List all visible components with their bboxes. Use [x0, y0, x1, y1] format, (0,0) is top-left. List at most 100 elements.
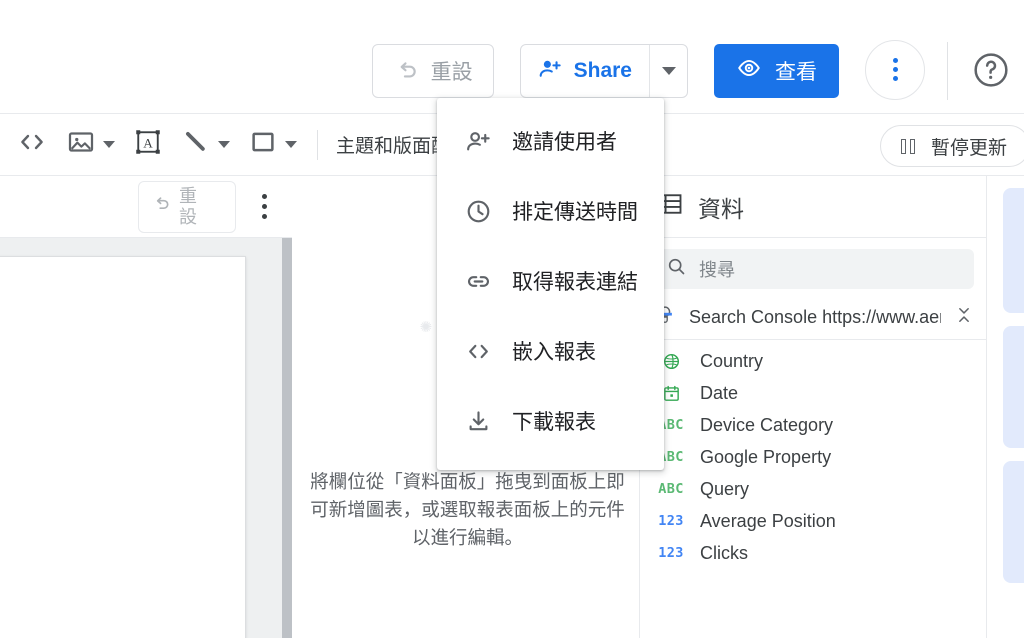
data-field-row[interactable]: ABC Device Category: [640, 409, 986, 441]
canvas-subbar: 重設: [0, 176, 292, 238]
data-search-wrapper: 搜尋: [640, 238, 986, 296]
toolbar-divider: [317, 129, 318, 160]
data-panel-title: 資料: [698, 195, 744, 222]
more-options-button[interactable]: [865, 39, 925, 100]
more-vert-icon-dot: [892, 76, 898, 81]
undo-icon: [393, 58, 419, 84]
reset-button-label: 重設: [430, 61, 473, 84]
toolbar-image-button[interactable]: [64, 125, 117, 165]
empty-state-text: 將欄位從「資料面板」拖曳到面板上即可新增圖表，或選取報表面板上的元件以進行編輯。: [310, 471, 625, 548]
search-input[interactable]: 搜尋: [652, 249, 974, 289]
rectangle-shape-icon: [248, 127, 278, 162]
data-field-list: Country Date ABC Device Category ABC Google …: [640, 340, 986, 569]
toolbar-textbox-button[interactable]: A: [131, 125, 165, 165]
pause-updates-button[interactable]: 暫停更新: [879, 125, 1024, 167]
top-header-bar: 重設 Share 查看: [0, 0, 1024, 114]
person-add-icon: [464, 128, 492, 155]
layout-preview-strip: [986, 176, 1024, 638]
pause-icon: [900, 138, 915, 154]
canvas-scrollbar[interactable]: [282, 238, 292, 638]
reset-button[interactable]: 重設: [371, 44, 494, 98]
data-field-name: Query: [700, 478, 750, 499]
canvas-backdrop[interactable]: [0, 238, 292, 638]
report-page[interactable]: [0, 256, 246, 638]
search-placeholder: 搜尋: [699, 260, 735, 280]
toolbar-line-button[interactable]: [179, 125, 232, 165]
123-icon: 123: [658, 513, 684, 529]
share-button-label: Share: [573, 59, 632, 82]
search-icon: [666, 256, 687, 282]
data-source-name: Search Console https://www.aerix....: [689, 307, 941, 327]
toolbar-shape-button[interactable]: [246, 125, 299, 165]
code-embed-icon: [16, 126, 48, 163]
data-field-row[interactable]: 123 Clicks: [640, 537, 986, 569]
person-add-icon: [538, 56, 563, 87]
more-vert-icon-dot: [261, 204, 267, 209]
123-icon: 123: [658, 545, 684, 561]
canvas-reset-label: 重設: [179, 185, 197, 227]
share-menu-item[interactable]: 邀請使用者: [437, 106, 664, 176]
collapse-chevrons-icon[interactable]: [954, 304, 974, 331]
more-vert-icon-dot: [261, 214, 267, 219]
eye-icon: [736, 55, 762, 87]
share-menu-item[interactable]: 嵌入報表: [437, 316, 664, 386]
report-canvas-pane: 重設: [0, 176, 292, 638]
image-icon: [66, 127, 96, 162]
data-panel: 資料 搜尋 Search Console https://www.aer Cou…: [639, 176, 986, 638]
undo-icon: [151, 194, 171, 219]
view-button[interactable]: 查看: [714, 44, 839, 98]
layout-card[interactable]: [1003, 461, 1024, 583]
data-field-row[interactable]: 123 Average Position: [640, 505, 986, 537]
share-dropdown-menu: 邀請使用者 排定傳送時間 取得報表連結 嵌入報表 下載報表: [437, 98, 664, 470]
chevron-down-icon[interactable]: [218, 141, 230, 148]
share-menu-item[interactable]: 排定傳送時間: [437, 176, 664, 246]
data-field-row[interactable]: Country: [640, 345, 986, 377]
data-panel-header: 資料: [640, 176, 986, 238]
layout-card[interactable]: [1003, 188, 1024, 313]
share-button[interactable]: Share: [521, 45, 649, 97]
share-menu-item-label: 嵌入報表: [512, 341, 596, 364]
pause-updates-label: 暫停更新: [930, 137, 1007, 159]
share-menu-item-label: 邀請使用者: [512, 131, 617, 154]
share-menu-item[interactable]: 取得報表連結: [437, 246, 664, 316]
data-field-name: Clicks: [700, 542, 748, 563]
data-field-row[interactable]: ABC Google Property: [640, 441, 986, 473]
chevron-down-icon[interactable]: [285, 141, 297, 148]
data-field-row[interactable]: Date: [640, 377, 986, 409]
view-button-label: 查看: [775, 61, 817, 84]
share-button-group: Share: [519, 44, 688, 98]
help-button[interactable]: [970, 51, 1012, 93]
data-source-row[interactable]: Search Console https://www.aerix....: [640, 296, 986, 340]
more-vert-icon: [892, 58, 898, 63]
share-menu-item-label: 取得報表連結: [512, 271, 638, 294]
chevron-down-icon[interactable]: [103, 141, 115, 148]
more-vert-icon-dot: [892, 67, 898, 72]
sparkle-icon: ✺: [419, 319, 433, 336]
help-circle-icon: [971, 50, 1011, 95]
data-field-name: Device Category: [700, 414, 834, 435]
data-field-name: Google Property: [700, 446, 832, 467]
abc-icon: ABC: [658, 481, 684, 497]
share-menu-item[interactable]: 下載報表: [437, 386, 664, 456]
code-embed-icon: [464, 338, 492, 365]
download-icon: [464, 408, 492, 435]
text-box-icon: A: [133, 127, 163, 162]
header-action-group: 重設 Share 查看: [371, 39, 1012, 100]
line-icon: [181, 127, 211, 162]
data-field-name: Country: [700, 350, 764, 371]
clock-icon: [464, 198, 492, 225]
chevron-down-icon: [661, 67, 676, 75]
data-field-row[interactable]: ABC Query: [640, 473, 986, 505]
canvas-more-button[interactable]: [244, 185, 284, 229]
more-vert-icon: [261, 194, 267, 199]
canvas-reset-button[interactable]: 重設: [138, 180, 236, 233]
data-field-name: Date: [700, 382, 739, 403]
link-icon: [464, 268, 492, 295]
data-field-name: Average Position: [700, 510, 836, 531]
share-menu-item-label: 下載報表: [512, 411, 596, 434]
layout-card[interactable]: [1003, 326, 1024, 448]
share-dropdown-toggle[interactable]: [649, 45, 687, 97]
header-divider: [947, 42, 948, 100]
toolbar-embed-button[interactable]: [14, 125, 50, 165]
share-menu-item-label: 排定傳送時間: [512, 201, 638, 224]
